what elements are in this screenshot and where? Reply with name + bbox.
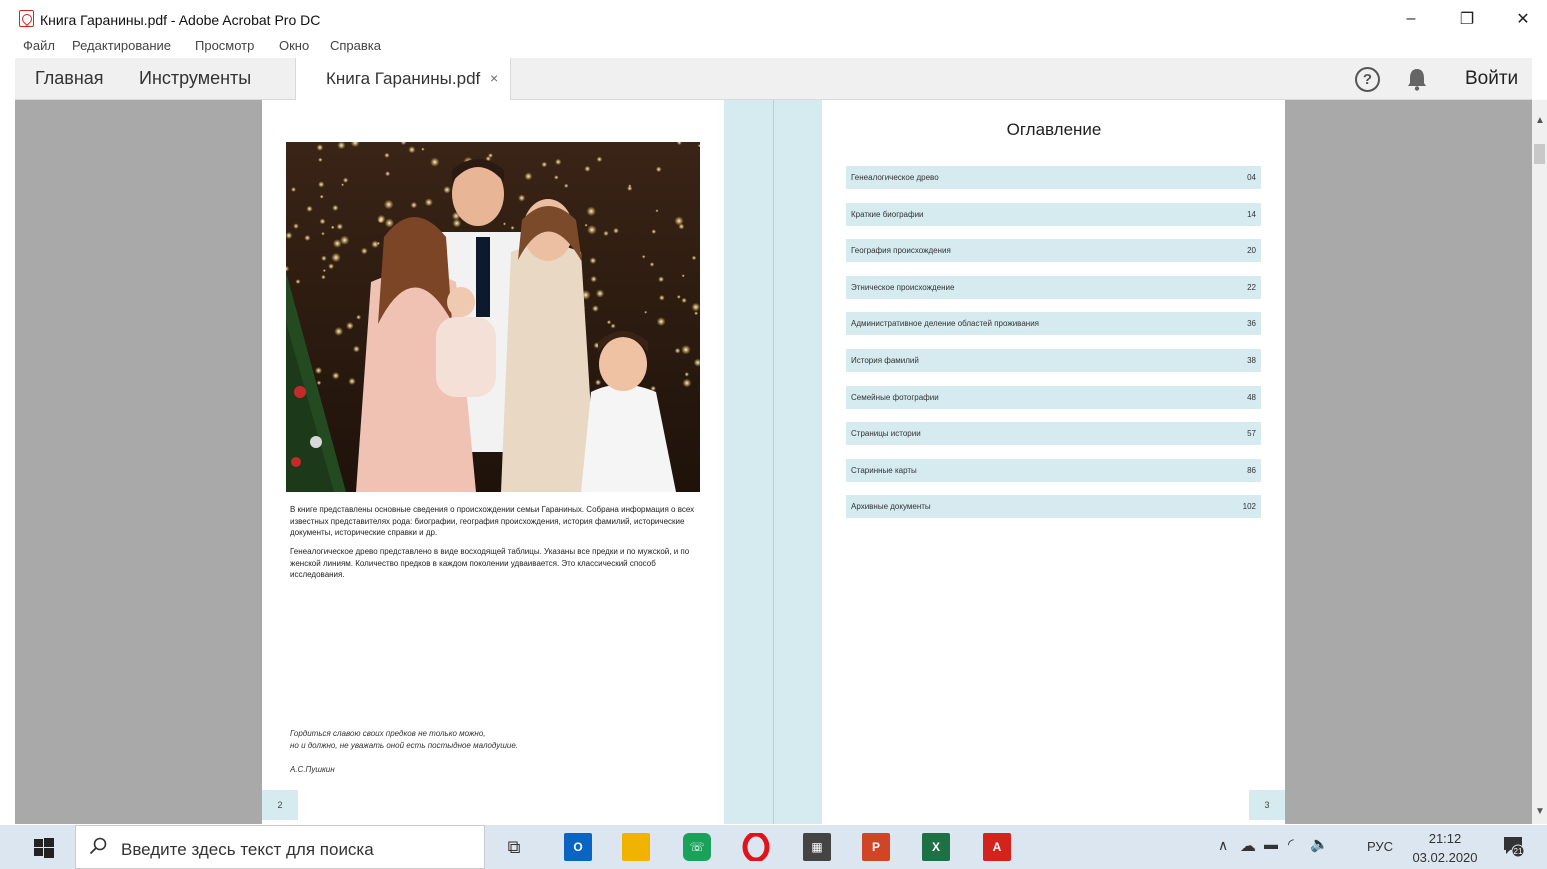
excel-icon[interactable]: X [922,833,950,861]
toc-row-page: 86 [1247,465,1256,475]
page-edge-strip [774,100,822,824]
toc-row-page: 48 [1247,392,1256,402]
taskbar: Введите здесь текст для поиска ⧉ O ☏ ▦ P… [0,825,1547,869]
document-tab-label: Книга Гаранины.pdf [326,69,481,88]
vertical-scrollbar[interactable]: ▲ ▼ [1532,100,1547,824]
toc-title: Оглавление [1006,120,1102,139]
toc-row-title: География происхождения [851,246,951,256]
toc-row[interactable]: История фамилий 38 [846,349,1261,372]
menu-help[interactable]: Справка [330,38,381,53]
toc-row-page: 04 [1247,173,1256,182]
toc-row-page: 20 [1247,246,1256,256]
quote-author: А.С.Пушкин [290,765,335,774]
menu-view[interactable]: Просмотр [195,38,254,53]
toc-row[interactable]: География происхождения 20 [846,239,1261,263]
close-window-button[interactable]: ✕ [1508,8,1538,30]
toc-row-page: 36 [1247,319,1256,329]
cloud-icon[interactable]: ☁ [1240,836,1256,856]
toc-row-title: Старинные карты [851,465,917,475]
battery-icon[interactable]: ▬ [1264,836,1278,852]
notification-icon[interactable]: 21 [1502,835,1524,857]
toc-row-title: Административное деление областей прожив… [851,319,1039,329]
intro-paragraph-1: В книге представлены основные сведения о… [290,505,695,537]
windows-start-icon[interactable] [34,838,54,858]
quote-line-1: Гордиться славою своих предков не только… [290,729,486,738]
toc-row[interactable]: Старинные карты 86 [846,458,1261,482]
clock-date: 03.02.2020 [1412,850,1478,865]
language-indicator[interactable]: РУС [1367,839,1393,854]
close-tab-icon[interactable]: × [490,70,498,86]
clock[interactable]: 21:12 03.02.2020 [1405,829,1485,867]
help-icon[interactable]: ? [1355,67,1380,92]
toc-row-page: 57 [1247,429,1256,439]
svg-text:21: 21 [1514,847,1523,856]
outlook-icon[interactable]: O [564,833,592,861]
file-explorer-icon[interactable] [622,833,650,861]
acrobat-taskbar-icon[interactable]: A [983,833,1011,861]
chevron-up-icon[interactable]: ∧ [1218,837,1228,854]
signin-button[interactable]: Войти [1465,68,1518,90]
taskbar-search[interactable]: Введите здесь текст для поиска [75,825,485,869]
toc-row-title: История фамилий [851,356,919,365]
menu-bar: Файл Редактирование Просмотр Окно Справк… [0,34,1547,57]
scroll-up-icon[interactable]: ▲ [1535,115,1545,126]
toc-row-page: 22 [1247,282,1256,292]
scrollbar-thumb[interactable] [1534,144,1545,164]
opera-icon[interactable] [742,833,770,861]
scroll-down-icon[interactable]: ▼ [1535,806,1545,817]
toc-row-title: Страницы истории [851,429,921,439]
menu-file[interactable]: Файл [23,38,55,53]
tab-bar: Главная Инструменты Книга Гаранины.pdf ×… [15,58,1532,100]
tab-tools[interactable]: Инструменты [139,68,251,89]
toc-row-page: 38 [1247,356,1256,365]
toc-row-page: 14 [1247,209,1256,219]
toc-row[interactable]: Этническое происхождение 22 [846,275,1261,299]
toc-row-title: Генеалогическое древо [851,173,939,182]
toc-row-title: Архивные документы [851,502,931,512]
toc-row-title: Этническое происхождение [851,282,955,292]
tab-document[interactable]: Книга Гаранины.pdf × [295,58,511,100]
calculator-icon[interactable]: ▦ [803,833,831,861]
title-bar: Книга Гаранины.pdf - Adobe Acrobat Pro D… [0,0,1547,34]
powerpoint-icon[interactable]: P [862,833,890,861]
toc-row-page: 102 [1242,502,1256,512]
toc-row-title: Семейные фотографии [851,392,939,402]
page-edge-strip [724,100,774,824]
speaker-icon[interactable]: 🔈 [1310,835,1329,853]
toc-row[interactable]: Административное деление областей прожив… [846,312,1261,336]
toc-row[interactable]: Страницы истории 57 [846,422,1261,446]
menu-window[interactable]: Окно [279,38,309,53]
wifi-icon[interactable]: ◜ [1288,835,1294,853]
task-view-icon[interactable]: ⧉ [500,833,528,861]
whatsapp-icon[interactable]: ☏ [683,833,711,861]
page-number-left: 2 [262,790,298,820]
intro-paragraph-2: Генеалогическое древо представлено в вид… [290,547,690,579]
acrobat-icon [19,10,34,27]
menu-edit[interactable]: Редактирование [72,38,171,53]
page-2: В книге представлены основные сведения о… [262,100,774,824]
search-icon [89,837,107,855]
toc-row[interactable]: Семейные фотографии 48 [846,385,1261,409]
window-title: Книга Гаранины.pdf - Adobe Acrobat Pro D… [40,12,321,28]
family-photo [286,142,700,492]
toc-row[interactable]: Краткие биографии 14 [846,202,1261,226]
bell-icon[interactable] [1406,67,1428,91]
restore-button[interactable]: ❐ [1452,8,1482,30]
tab-home[interactable]: Главная [35,68,104,89]
clock-time: 21:12 [1428,831,1462,846]
quote-line-2: но и должно, не уважать оной есть постыд… [290,741,518,750]
minimize-button[interactable]: – [1396,8,1426,30]
page-number-right: 3 [1249,790,1285,820]
toc-row[interactable]: Архивные документы 102 [846,495,1261,519]
page-3: Оглавление Генеалогическое древо 04 Кратки… [774,100,1285,824]
search-placeholder: Введите здесь текст для поиска [121,840,374,859]
toc-row-title: Краткие биографии [851,209,924,219]
toc-row[interactable]: Генеалогическое древо 04 [846,166,1261,189]
